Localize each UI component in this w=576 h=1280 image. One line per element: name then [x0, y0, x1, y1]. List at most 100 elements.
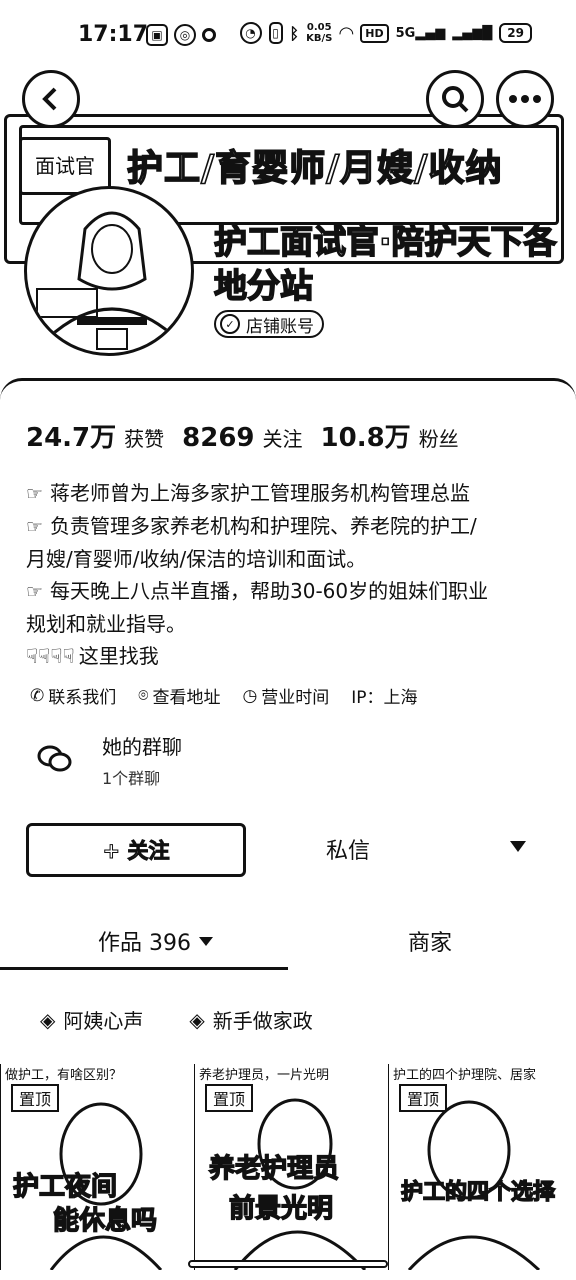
bio-text: 规划和就业指导。 [26, 612, 186, 636]
vibrate-icon: ▯ [268, 22, 283, 44]
bio-text: 负责管理多家养老机构和护理院、养老院的护工/ [50, 514, 477, 538]
collection-item[interactable]: ◈ 阿姨心声 [40, 1005, 143, 1034]
shop-name: 护工面试官·陪护天下各地分站 [213, 221, 557, 306]
back-button[interactable] [22, 70, 80, 128]
video-grid: 做护工，有啥区别？ 置顶 护工夜间 能休息吗 养老护理员，一片光明 置顶 养老护… [0, 1064, 576, 1280]
tab-works[interactable]: 作品 396 [98, 925, 213, 957]
contact-link[interactable]: ✆ 联系我们 [30, 683, 117, 709]
chat-bubbles-icon [37, 745, 72, 772]
follow-button[interactable]: + 关注 [26, 823, 246, 877]
search-button[interactable] [426, 70, 484, 128]
status-time: 17:17 [78, 22, 149, 47]
battery-indicator: 29 [499, 23, 532, 43]
video-title-line: 能休息吗 [52, 1205, 158, 1236]
more-button[interactable] [496, 70, 554, 128]
pointing-hand-icon: ☞ [26, 483, 44, 505]
video-title-line: 前景光明 [228, 1193, 334, 1224]
bio-text: 蒋老师曾为上海多家护工管理服务机构管理总监 [50, 481, 470, 505]
collections-row: ◈ 阿姨心声 ◈ 新手做家政 [40, 1005, 313, 1034]
video-thumbnail[interactable]: 护工的四个护理院、居家 置顶 护工的四个选择 [388, 1064, 576, 1270]
banner-title: 护工/育婴师/月嫂/收纳 [126, 147, 503, 190]
video-title-line: 护工的四个选择 [400, 1179, 556, 1205]
layers-icon: ◈ [40, 1007, 56, 1032]
back-arrow-icon [42, 87, 57, 111]
info-row: ✆ 联系我们 ⌾ 查看地址 ◷ 营业时间 IP：上海 [30, 683, 418, 709]
stat-likes[interactable]: 24.7万 获赞 [26, 417, 164, 454]
bio-line: 月嫂/育婴师/收纳/保洁的培训和面试。 [26, 543, 556, 575]
dot-icon [202, 28, 216, 42]
stat-followers[interactable]: 10.8万 粉丝 [321, 417, 459, 454]
tab-merchant[interactable]: 商家 [408, 925, 452, 957]
shop-account-badge[interactable]: ✓ 店铺账号 [214, 310, 324, 338]
wifi-icon: ◠ [339, 22, 354, 44]
tab-works-label: 作品 396 [98, 931, 191, 956]
group-chat-entry[interactable]: 她的群聊 1个群聊 [26, 729, 556, 795]
video-thumbnail[interactable]: 做护工，有啥区别？ 置顶 护工夜间 能休息吗 [0, 1064, 190, 1270]
video-frame-portrait [407, 1100, 541, 1270]
stat-likes-label: 获赞 [124, 427, 165, 451]
stats-row: 24.7万 获赞 8269 关注 10.8万 粉丝 [26, 417, 459, 454]
more-icon [509, 95, 541, 103]
layers-icon: ◈ [189, 1007, 205, 1032]
caret-down-icon [199, 936, 213, 946]
address-label: 查看地址 [152, 688, 221, 708]
message-button[interactable]: 私信 [326, 833, 370, 865]
hours-link[interactable]: ◷ 营业时间 [242, 683, 330, 709]
home-indicator[interactable] [188, 1260, 388, 1268]
alarm-icon: ◔ [239, 22, 262, 44]
bluetooth-icon: ᛒ [289, 23, 300, 43]
avatar[interactable] [24, 186, 194, 356]
ip-label: IP：上海 [351, 688, 418, 708]
signal-5g-icon: 5G▂▄▆ [395, 25, 446, 41]
bio-line: ☞ 每天晚上八点半直播，帮助30-60岁的姐妹们职业 [26, 575, 556, 608]
pointing-hand-icon: ☞ [26, 516, 44, 538]
contact-label: 联系我们 [48, 688, 117, 708]
active-tab-indicator [0, 967, 288, 970]
stat-followers-label: 粉丝 [418, 427, 459, 451]
phone-icon: ✆ [30, 685, 45, 706]
video-frame-portrait [49, 1102, 163, 1270]
stat-following-label: 关注 [262, 427, 303, 451]
bio-line: ☞ 负责管理多家养老机构和护理院、养老院的护工/ [26, 510, 556, 543]
notification-icons: ▣ ◎ [146, 24, 216, 46]
profile-header: 面试官 护工/育婴师/月嫂/收纳 护工面试官·陪护天下各地分站 ✓ 店铺账号 [0, 60, 576, 390]
address-link[interactable]: ⌾ 查看地址 [138, 683, 221, 709]
video-title-line: 养老护理员 [208, 1153, 340, 1184]
collection-label: 新手做家政 [212, 1009, 313, 1033]
collection-label: 阿姨心声 [63, 1009, 144, 1033]
hd-label: HD [360, 23, 389, 43]
bio-line: ☞ 蒋老师曾为上海多家护工管理服务机构管理总监 [26, 477, 556, 510]
group-chat-title: 她的群聊 [102, 735, 182, 759]
video-thumbnail[interactable]: 养老护理员，一片光明 置顶 养老护理员 前景光明 [194, 1064, 384, 1270]
signal-icon: ▂▄▆█ [452, 25, 493, 41]
ip-location: IP：上海 [351, 683, 417, 708]
avatar-portrait [36, 211, 179, 350]
hours-label: 营业时间 [261, 688, 330, 708]
signal-5g-label: 5G [395, 25, 416, 41]
stat-following-value: 8269 [182, 423, 255, 453]
bio-text: 月嫂/育婴师/收纳/保洁的培训和面试。 [26, 547, 367, 571]
more-actions-dropdown-icon[interactable] [510, 841, 526, 852]
bio-find-me: ☟☟☟☟ 这里找我 [26, 640, 556, 672]
system-indicators: ◔ ▯ ᛒ 0.05 KB/S ◠ HD 5G▂▄▆ ▂▄▆█ 29 [239, 22, 532, 44]
stat-following[interactable]: 8269 关注 [182, 423, 302, 453]
verified-check-icon: ✓ [220, 314, 240, 334]
location-pin-icon: ⌾ [138, 685, 149, 706]
collection-item[interactable]: ◈ 新手做家政 [189, 1005, 312, 1034]
content-tabs: 作品 396 商家 [0, 919, 576, 971]
shop-badge-label: 店铺账号 [246, 316, 314, 337]
bio: ☞ 蒋老师曾为上海多家护工管理服务机构管理总监 ☞ 负责管理多家养老机构和护理院、养… [26, 477, 556, 672]
video-title-line: 护工夜间 [12, 1171, 118, 1202]
bio-text: 每天晚上八点半直播，帮助30-60岁的姐妹们职业 [50, 579, 489, 603]
stat-followers-value: 10.8万 [320, 423, 411, 453]
bio-find-me-text: 这里找我 [78, 644, 159, 668]
bio-line: 规划和就业指导。 [26, 608, 556, 640]
pointing-down-icon: ☟☟☟☟ [26, 644, 75, 668]
action-row: + 关注 私信 [26, 823, 556, 879]
wechat-icon: ◎ [174, 24, 196, 46]
pointing-hand-icon: ☞ [26, 581, 44, 603]
search-icon [442, 86, 469, 113]
group-chat-count: 1个群聊 [102, 769, 161, 788]
network-speed: 0.05 KB/S [306, 22, 333, 44]
clock-icon: ◷ [242, 685, 258, 706]
